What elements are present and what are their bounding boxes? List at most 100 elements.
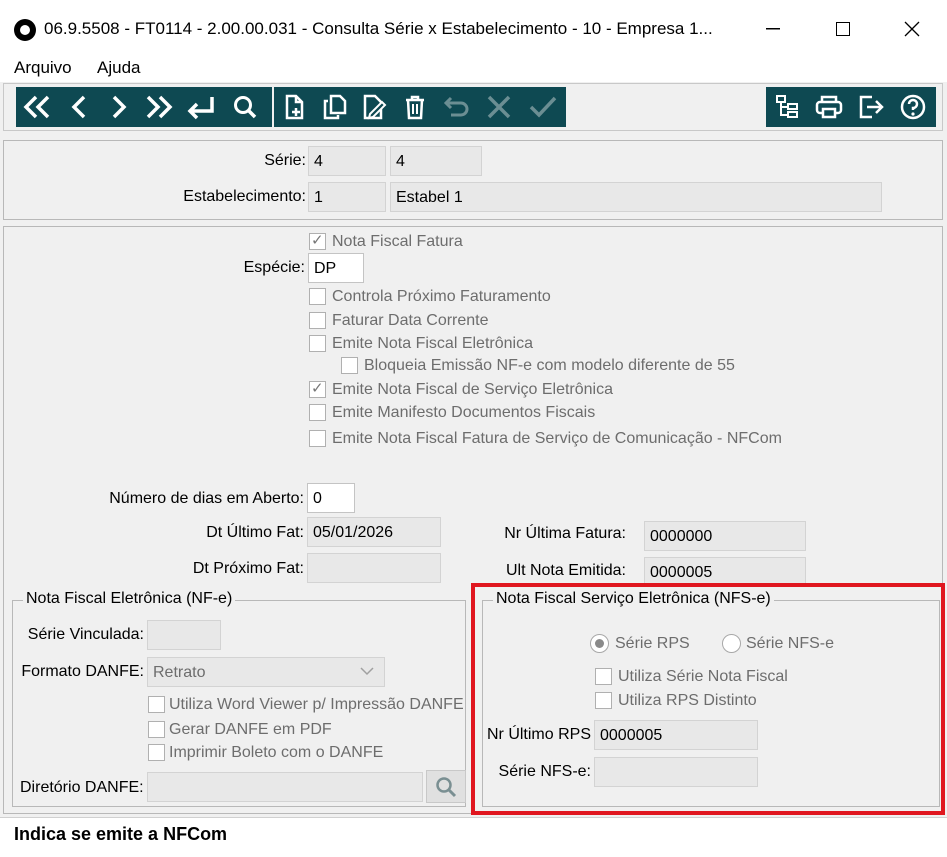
goto-icon [187, 97, 214, 120]
help-button[interactable] [894, 87, 932, 127]
close-button[interactable] [889, 12, 935, 46]
controla-proximo-checkbox[interactable] [309, 288, 326, 305]
search-icon [436, 776, 457, 797]
dt-ultimo-fat-field[interactable]: 05/01/2026 [307, 517, 441, 547]
nfe-group-title: Nota Fiscal Eletrônica (NF-e) [23, 590, 236, 608]
header-panel: Série: 4 4 Estabelecimento: 1 Estabel 1 [3, 140, 943, 220]
app-icon [14, 19, 36, 41]
controla-proximo-label: Controla Próximo Faturamento [332, 288, 551, 305]
print-icon [815, 95, 843, 119]
search-button[interactable] [226, 87, 264, 127]
window-title: 06.9.5508 - FT0114 - 2.00.00.031 - Consu… [44, 19, 713, 38]
previous-record-button[interactable] [60, 87, 98, 127]
edit-button[interactable] [356, 87, 394, 127]
emite-nfe-checkbox[interactable] [309, 335, 326, 352]
cancel-button[interactable] [480, 87, 518, 127]
undo-button[interactable] [438, 87, 476, 127]
emite-nfse-label: Emite Nota Fiscal de Serviço Eletrônica [332, 381, 613, 398]
emite-nfcom-checkbox[interactable] [309, 430, 326, 447]
serie-vinculada-field[interactable] [147, 620, 221, 650]
diretorio-danfe-field[interactable] [147, 772, 423, 802]
menu-arquivo[interactable]: Arquivo [14, 58, 72, 78]
status-text: Indica se emite a NFCom [14, 824, 228, 844]
especie-label: Espécie: [243, 259, 305, 276]
edit-icon [363, 94, 387, 120]
delete-button[interactable] [396, 87, 434, 127]
gerar-pdf-checkbox[interactable] [148, 721, 165, 738]
dt-proximo-fat-label: Dt Próximo Fat: [192, 560, 304, 577]
right-toolbar-group [766, 87, 936, 127]
dt-ultimo-fat-label: Dt Último Fat: [206, 524, 304, 541]
formato-danfe-value: Retrato [153, 664, 206, 681]
tree-button[interactable] [768, 87, 806, 127]
serie-vinculada-label: Série Vinculada: [27, 626, 144, 643]
imprimir-boleto-label: Imprimir Boleto com o DANFE [169, 744, 384, 761]
tree-icon [776, 95, 798, 118]
emite-mdfe-label: Emite Manifesto Documentos Fiscais [332, 404, 596, 421]
last-icon [146, 95, 173, 119]
especie-field[interactable]: DP [308, 253, 364, 283]
toolbar [3, 83, 943, 131]
diretorio-danfe-label: Diretório DANFE: [20, 779, 144, 796]
diretorio-search-button[interactable] [426, 770, 466, 803]
next-icon [112, 95, 127, 119]
dias-aberto-label: Número de dias em Aberto: [109, 490, 304, 507]
word-viewer-label: Utiliza Word Viewer p/ Impressão DANFE [169, 696, 464, 713]
edit-toolbar-group [274, 87, 566, 127]
minimize-icon [766, 28, 780, 30]
confirm-button[interactable] [524, 87, 562, 127]
undo-icon [443, 96, 469, 117]
dt-proximo-fat-field[interactable] [307, 553, 441, 583]
new-icon [285, 94, 304, 120]
search-icon [234, 96, 257, 119]
nota-fiscal-fatura-label: Nota Fiscal Fatura [332, 233, 463, 250]
confirm-icon [529, 96, 557, 118]
next-record-button[interactable] [100, 87, 138, 127]
exit-button[interactable] [852, 87, 890, 127]
maximize-button[interactable] [820, 12, 866, 46]
maximize-icon [836, 22, 850, 36]
formato-danfe-label: Formato DANFE: [21, 663, 144, 680]
emite-nfcom-label: Emite Nota Fiscal Fatura de Serviço de C… [332, 430, 782, 447]
title-bar: 06.9.5508 - FT0114 - 2.00.00.031 - Consu… [0, 0, 947, 58]
cancel-icon [487, 95, 511, 119]
first-icon [23, 95, 50, 119]
faturar-data-checkbox[interactable] [309, 312, 326, 329]
emite-mdfe-checkbox[interactable] [309, 404, 326, 421]
status-bar: Indica se emite a NFCom [0, 817, 947, 857]
formato-danfe-select[interactable]: Retrato [147, 657, 385, 687]
serie-description-field[interactable]: 4 [390, 146, 482, 176]
help-icon [900, 94, 926, 120]
estabelecimento-description-field[interactable]: Estabel 1 [390, 182, 882, 212]
imprimir-boleto-checkbox[interactable] [148, 744, 165, 761]
ult-nota-emitida-label: Ult Nota Emitida: [505, 562, 626, 579]
delete-icon [406, 95, 424, 120]
serie-field[interactable]: 4 [308, 146, 386, 176]
copy-button[interactable] [316, 87, 354, 127]
nota-fiscal-fatura-checkbox[interactable] [309, 231, 326, 250]
last-record-button[interactable] [140, 87, 178, 127]
print-button[interactable] [810, 87, 848, 127]
new-button[interactable] [276, 87, 314, 127]
bloqueia-nfe-checkbox[interactable] [341, 357, 358, 374]
menu-ajuda[interactable]: Ajuda [97, 58, 140, 78]
first-record-button[interactable] [18, 87, 56, 127]
goto-button[interactable] [182, 87, 220, 127]
emite-nfse-checkbox[interactable] [309, 379, 326, 398]
faturar-data-label: Faturar Data Corrente [332, 312, 489, 329]
estabelecimento-field[interactable]: 1 [308, 182, 386, 212]
nr-ultima-fatura-label: Nr Última Fatura: [504, 525, 626, 542]
highlight-box [471, 583, 945, 815]
chevron-down-icon [360, 667, 374, 676]
menu-bar: Arquivo Ajuda [0, 58, 947, 82]
minimize-button[interactable] [750, 12, 796, 46]
serie-label: Série: [264, 152, 306, 169]
copy-icon [323, 94, 347, 120]
exit-icon [859, 95, 884, 119]
gerar-pdf-label: Gerar DANFE em PDF [169, 721, 332, 738]
word-viewer-checkbox[interactable] [148, 696, 165, 713]
nr-ultima-fatura-field[interactable]: 0000000 [644, 521, 806, 551]
estabelecimento-label: Estabelecimento: [183, 188, 306, 205]
previous-icon [71, 95, 86, 119]
dias-aberto-field[interactable]: 0 [307, 483, 355, 513]
